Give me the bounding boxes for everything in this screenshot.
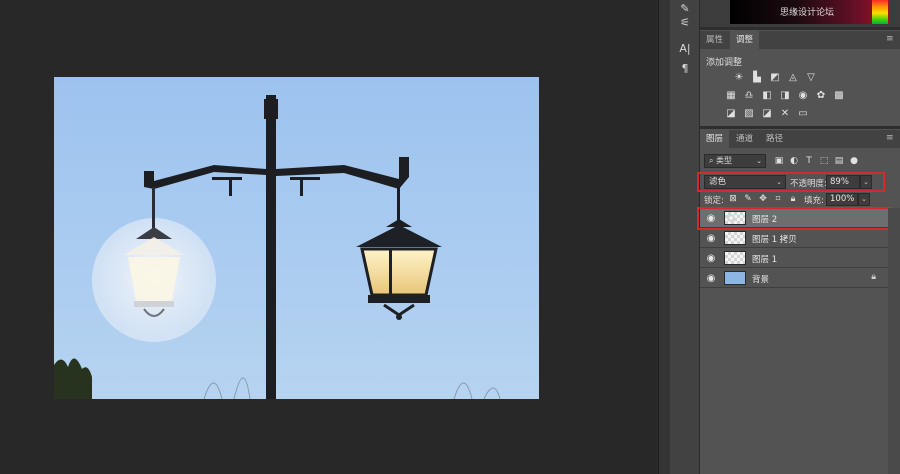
layer-name: 图层 1 (752, 255, 778, 265)
levels-icon[interactable]: ▙ (750, 71, 764, 83)
lock-transparent-icon[interactable]: ⊠ (728, 193, 738, 205)
shape-layer-filter-icon[interactable]: ⬚ (819, 154, 829, 168)
layer-name: 背景 (752, 275, 770, 285)
lock-icons: ⊠ ✎ ✥ ⌗ 🔒︎ (728, 193, 798, 205)
adjustment-row-3: ◪ ▨ ◪ ✕ ▭ (724, 107, 810, 119)
document-canvas-area[interactable] (0, 0, 658, 474)
canvas-vertical-scrollbar[interactable] (658, 0, 670, 474)
layer-row-layer1[interactable]: ◉ 图层 1 (700, 248, 888, 268)
properties-tabbar: 属性 调整 ≡ (700, 31, 900, 49)
lock-label: 锁定: (704, 196, 724, 206)
layers-scrollbar[interactable] (888, 208, 900, 474)
curves-icon[interactable]: ◩ (768, 71, 782, 83)
fill-input[interactable]: 100% (826, 193, 858, 206)
lock-image-icon[interactable]: ✎ (743, 193, 753, 205)
fill-dropdown-button[interactable]: ⌄ (858, 193, 870, 206)
fill-label: 填充: (804, 196, 824, 206)
panel-divider (700, 27, 900, 30)
layer-filter-icons: ▣ ◐ T ⬚ ▤ ● (774, 154, 859, 168)
gradient-triangle-icon[interactable]: ▽ (804, 71, 818, 83)
chevron-down-icon: ⌄ (756, 157, 762, 165)
lock-fill-row: 锁定: ⊠ ✎ ✥ ⌗ 🔒︎ 填充: 100% ⌄ (700, 192, 900, 208)
tab-channels[interactable]: 通道 (730, 130, 759, 148)
lock-position-icon[interactable]: ✥ (758, 193, 768, 205)
invert-icon[interactable]: ◪ (724, 107, 738, 119)
color-balance-icon[interactable]: ◧ (760, 89, 774, 101)
adjustment-row-2: ▦ ♎ ◧ ◨ ◉ ✿ ▩ (724, 89, 846, 101)
posterize-icon[interactable]: ▨ (742, 107, 756, 119)
color-panel[interactable]: 思缘设计论坛 (700, 0, 900, 27)
layer-kind-label: 类型 (716, 156, 733, 165)
adjustment-row-1: ☀ ▙ ◩ ◬ ▽ (732, 71, 818, 83)
smart-object-filter-icon[interactable]: ▤ (834, 154, 844, 168)
panel-divider (700, 126, 900, 129)
brightness-contrast-icon[interactable]: ☀ (732, 71, 746, 83)
add-adjustment-title: 添加调整 (706, 58, 743, 68)
vibrance-icon[interactable]: ▦ (724, 89, 738, 101)
type-layer-filter-icon[interactable]: T (804, 154, 814, 168)
filter-toggle-icon[interactable]: ● (849, 154, 859, 168)
adjustment-layer-filter-icon[interactable]: ◐ (789, 154, 799, 168)
layer-thumbnail (724, 251, 746, 265)
lock-all-icon[interactable]: 🔒︎ (788, 193, 798, 205)
layer-name: 图层 1 拷贝 (752, 235, 797, 245)
channel-mixer-icon[interactable]: ✿ (814, 89, 828, 101)
street-lamp-image (54, 77, 539, 399)
exposure-icon[interactable]: ◬ (786, 71, 800, 83)
street-lamp-photo[interactable] (54, 77, 539, 399)
visibility-eye-icon[interactable]: ◉ (705, 272, 717, 284)
right-panels: 思缘设计论坛 属性 调整 ≡ 添加调整 ☀ ▙ ◩ ◬ ▽ ▦ ♎ ◧ ◨ ◉ … (697, 0, 900, 474)
layer-thumbnail (724, 231, 746, 245)
layers-empty-area (700, 288, 900, 474)
layer-filter-row: ⌕ 类型 ⌄ ▣ ◐ T ⬚ ▤ ● (704, 154, 894, 168)
tab-adjustments[interactable]: 调整 (730, 31, 760, 49)
panel-menu-icon[interactable]: ≡ (886, 35, 894, 44)
layer-thumbnail (724, 271, 746, 285)
layers-menu-icon[interactable]: ≡ (886, 134, 894, 143)
layer-kind-select[interactable]: ⌕ 类型 ⌄ (704, 154, 766, 168)
selective-color-icon[interactable]: ✕ (778, 107, 792, 119)
color-spectrum-bar[interactable] (872, 0, 888, 24)
black-white-icon[interactable]: ◨ (778, 89, 792, 101)
visibility-eye-icon[interactable]: ◉ (705, 252, 717, 264)
visibility-eye-icon[interactable]: ◉ (705, 232, 717, 244)
lock-artboard-icon[interactable]: ⌗ (773, 193, 783, 205)
tab-paths[interactable]: 路径 (760, 130, 789, 148)
highlight-selected-layer (697, 207, 892, 230)
color-lookup-icon[interactable]: ▩ (832, 89, 846, 101)
lock-icon: 🔒︎ (871, 272, 876, 282)
hue-saturation-icon[interactable]: ♎ (742, 89, 756, 101)
character-icon[interactable]: A| (676, 40, 694, 56)
highlight-blend-opacity (697, 172, 885, 192)
pixel-layer-filter-icon[interactable]: ▣ (774, 154, 784, 168)
tab-properties[interactable]: 属性 (700, 31, 729, 49)
layer-row-background[interactable]: ◉ 背景 🔒︎ (700, 268, 888, 288)
tab-layers[interactable]: 图层 (700, 130, 730, 148)
search-icon: ⌕ (709, 156, 717, 165)
layers-tabbar: 图层 通道 路径 ≡ (700, 130, 900, 148)
paragraph-icon[interactable]: ¶ (676, 60, 694, 76)
panel-icon-strip: ✎ ⚟ A| ¶ (670, 0, 700, 474)
tool-presets-icon[interactable]: ⚟ (676, 14, 694, 30)
threshold-icon[interactable]: ◪ (760, 107, 774, 119)
photo-filter-icon[interactable]: ◉ (796, 89, 810, 101)
gradient-map-icon[interactable]: ▭ (796, 107, 810, 119)
layer-row-layer1-copy[interactable]: ◉ 图层 1 拷贝 (700, 228, 888, 248)
watermark-text: 思缘设计论坛 (780, 8, 835, 18)
